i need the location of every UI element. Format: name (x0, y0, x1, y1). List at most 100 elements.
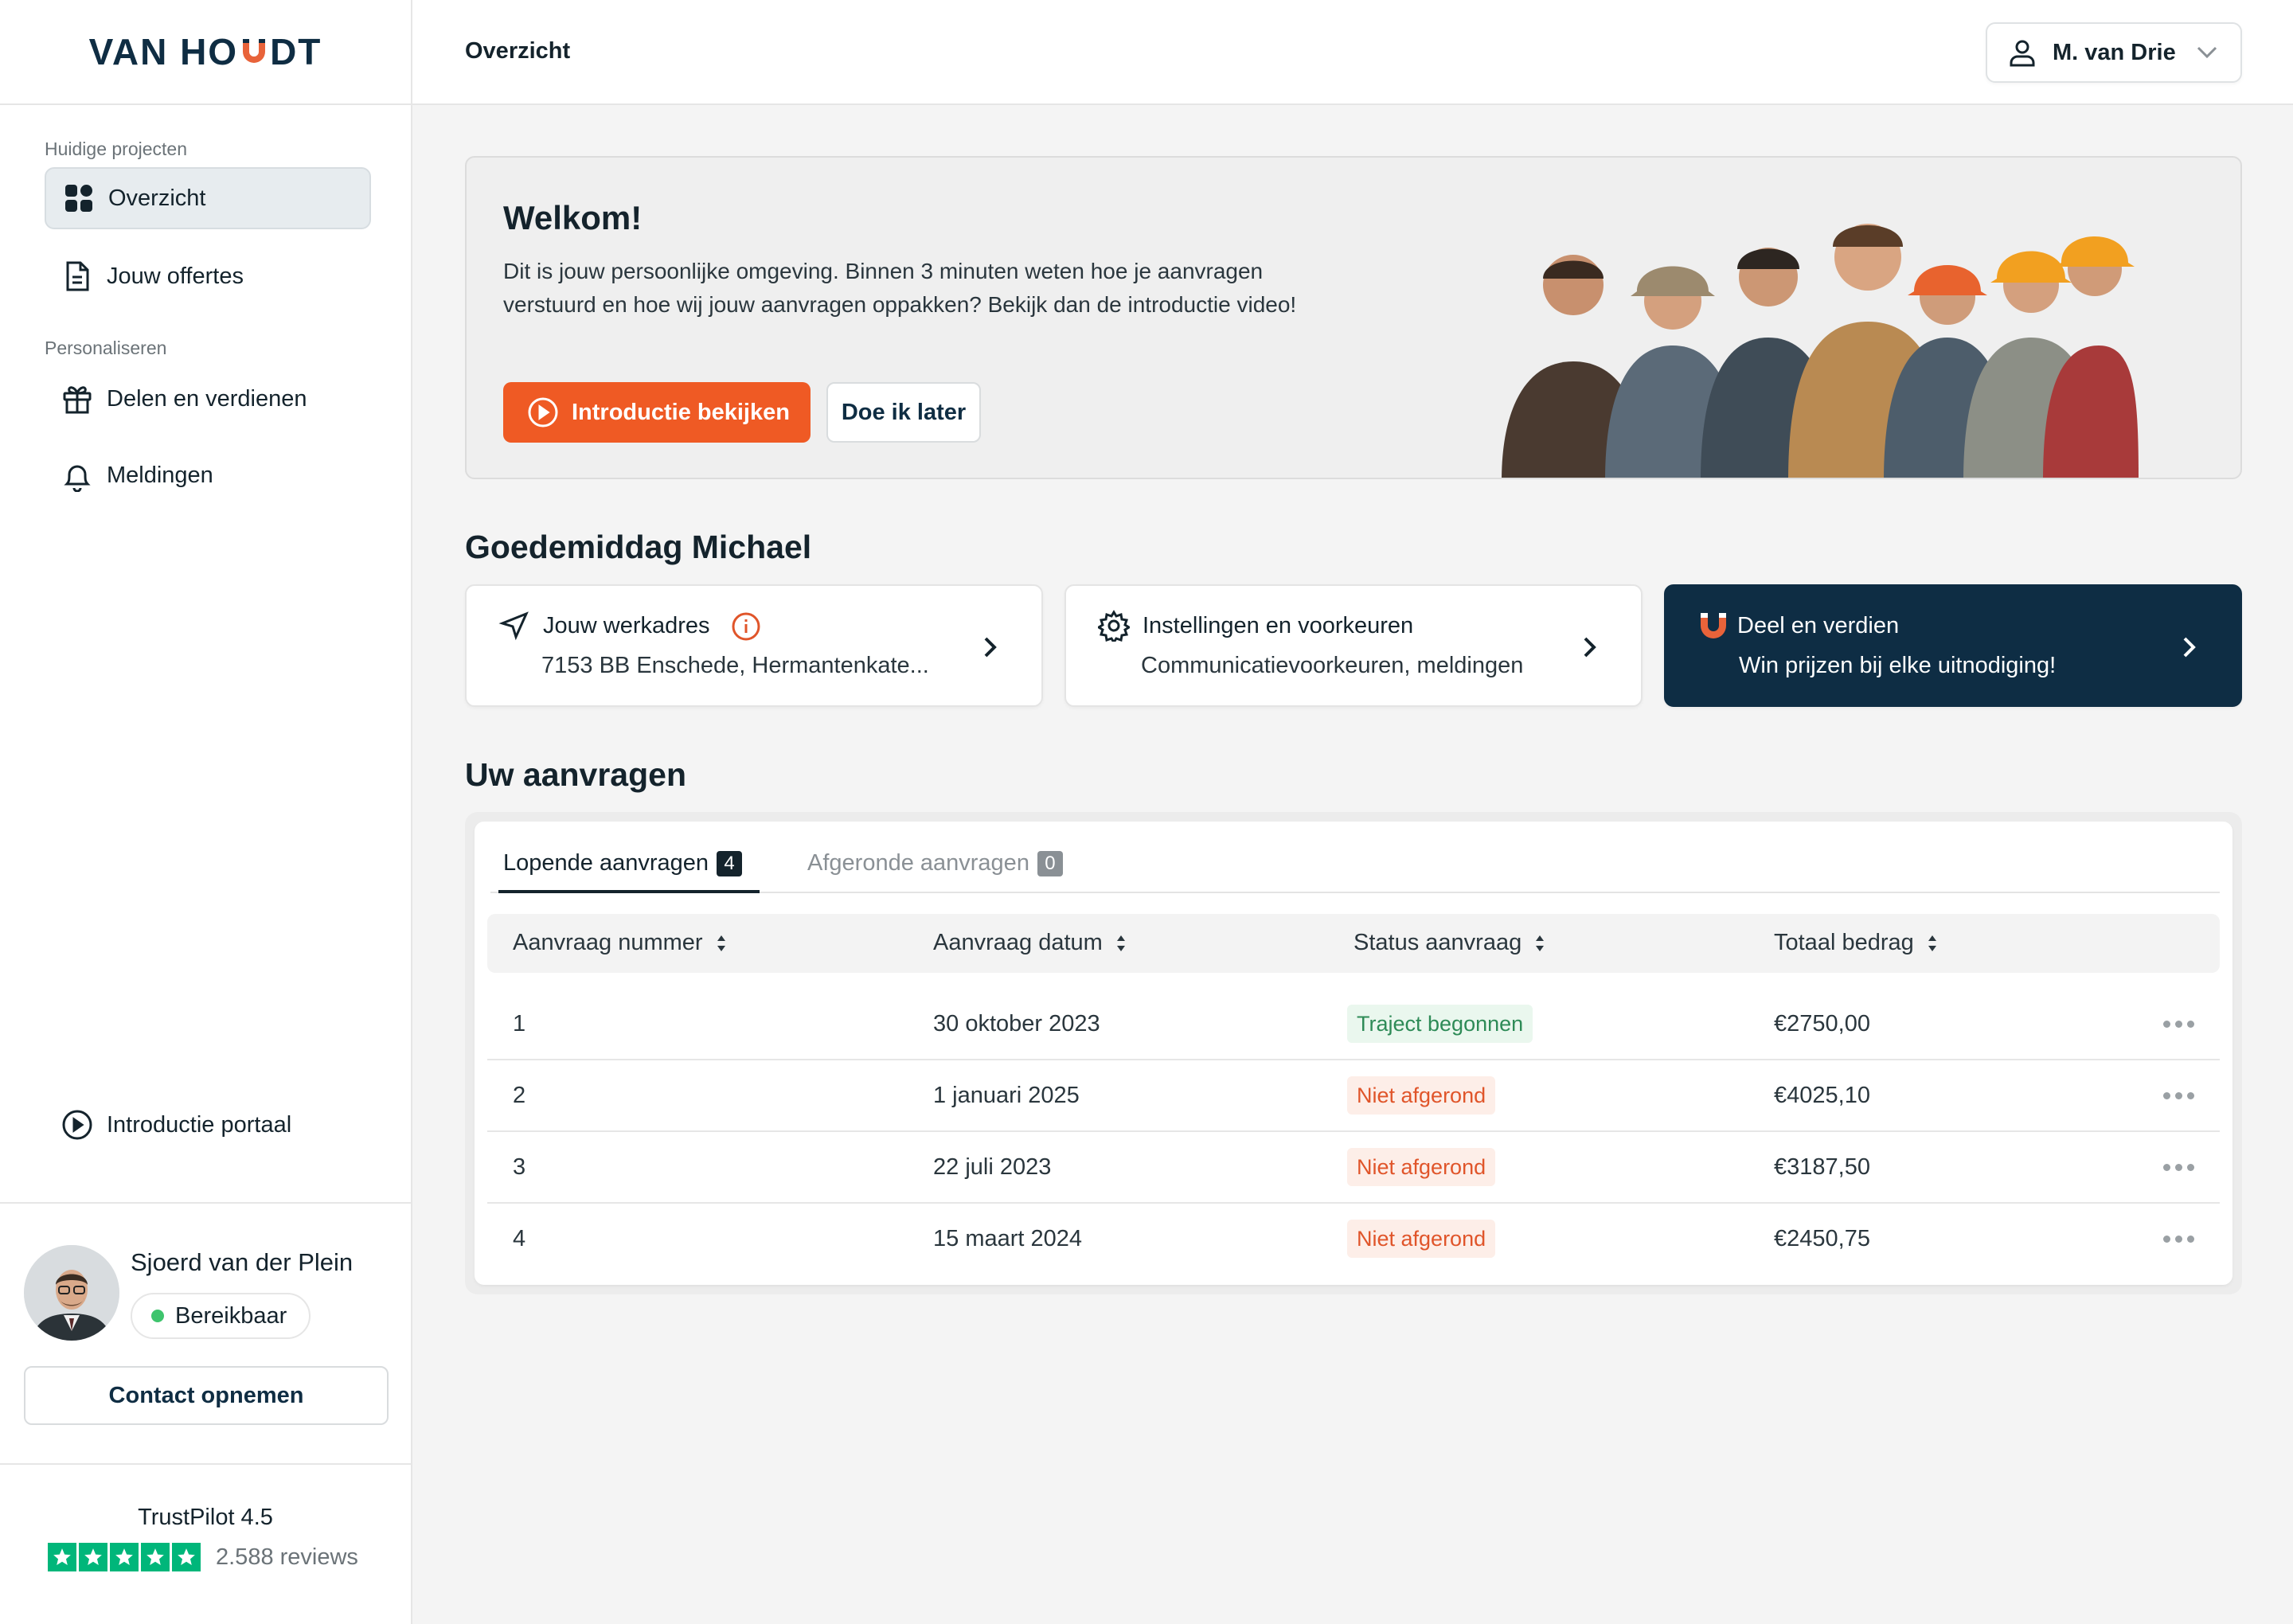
trustpilot-reviews: 2.588 reviews (216, 1544, 358, 1570)
column-label: Aanvraag datum (933, 930, 1103, 955)
more-options-icon[interactable] (2158, 1236, 2194, 1243)
more-options-icon[interactable] (2158, 1021, 2194, 1028)
table-row[interactable]: 2 1 januari 2025 Niet afgerond €4025,10 (487, 1060, 2220, 1132)
sort-icon (1116, 935, 1125, 951)
column-label: Totaal bedrag (1774, 930, 1914, 955)
request-amount: €4025,10 (1774, 1083, 1870, 1108)
card-title: Deel en verdien (1737, 613, 1900, 638)
greeting-heading: Goedemiddag Michael (465, 529, 812, 565)
table-header: Aanvraag nummer Aanvraag datum Status aa… (487, 914, 2220, 973)
tab-afgeronde[interactable]: Afgeronde aanvragen 0 (807, 850, 1063, 876)
request-number: 1 (513, 1011, 526, 1036)
active-tab-indicator (498, 890, 760, 893)
sidebar-item-label: Delen en verdienen (107, 385, 307, 412)
column-label: Status aanvraag (1354, 930, 1522, 955)
request-amount: €2450,75 (1774, 1226, 1870, 1251)
card-subtitle: Win prijzen bij elke uitnodiging! (1739, 653, 2057, 678)
chevron-down-icon (2197, 46, 2217, 59)
star-icon (79, 1543, 107, 1571)
card-subtitle: Communicatievoorkeuren, meldingen (1141, 653, 1524, 678)
column-header-date[interactable]: Aanvraag datum (933, 930, 1127, 956)
sidebar-item-label: Meldingen (107, 462, 213, 488)
requests-heading: Uw aanvragen (465, 756, 686, 793)
column-header-number[interactable]: Aanvraag nummer (513, 930, 727, 956)
bell-icon (61, 459, 94, 492)
request-date: 22 juli 2023 (933, 1154, 1052, 1180)
requests-panel: Lopende aanvragen 4 Afgeronde aanvragen … (465, 812, 2242, 1294)
sidebar-item-label: Jouw offertes (107, 263, 244, 289)
star-icon (48, 1543, 76, 1571)
sidebar-item-introductie[interactable]: Introductie portaal (45, 1094, 371, 1156)
table-row[interactable]: 4 15 maart 2024 Niet afgerond €2450,75 (487, 1204, 2220, 1275)
card-subtitle: 7153 BB Enschede, Hermantenkate... (541, 653, 929, 678)
later-button[interactable]: Doe ik later (826, 382, 981, 443)
request-amount: €3187,50 (1774, 1154, 1870, 1180)
welcome-title: Welkom! (503, 199, 643, 236)
sort-icon (717, 935, 725, 951)
requests-table: Lopende aanvragen 4 Afgeronde aanvragen … (475, 822, 2232, 1285)
user-icon (2010, 40, 2035, 67)
contact-button[interactable]: Contact opnemen (24, 1366, 389, 1425)
brand-logo[interactable]: VAN HO DT (89, 30, 322, 73)
star-icon (141, 1543, 170, 1571)
sidebar-divider (0, 1463, 411, 1465)
welcome-text: Dit is jouw persoonlijke omgeving. Binne… (503, 259, 1297, 317)
more-options-icon[interactable] (2158, 1092, 2194, 1099)
breadcrumb: Overzicht (465, 38, 571, 64)
work-address-card[interactable]: Jouw werkadres 7153 BB Enschede, Hermant… (465, 584, 1043, 707)
user-name: M. van Drie (2053, 39, 2176, 65)
work-address-title: Jouw werkadres (543, 613, 710, 638)
star-icon (110, 1543, 139, 1571)
logo-area: VAN HO DT (0, 0, 411, 105)
trustpilot-title: TrustPilot 4.5 (138, 1505, 273, 1530)
star-icon (172, 1543, 201, 1571)
more-options-icon[interactable] (2158, 1164, 2194, 1171)
sort-icon (1928, 935, 1936, 951)
user-menu-button[interactable]: M. van Drie (1986, 22, 2242, 83)
requests-tabs: Lopende aanvragen 4 Afgeronde aanvragen … (490, 842, 2220, 893)
status-badge: Niet afgerond (1347, 1148, 1496, 1186)
table-row[interactable]: 3 22 juli 2023 Niet afgerond €3187,50 (487, 1132, 2220, 1204)
availability-badge: Bereikbaar (131, 1293, 311, 1339)
grid-icon (62, 182, 96, 215)
table-row[interactable]: 1 30 oktober 2023 Traject begonnen €2750… (487, 989, 2220, 1060)
sidebar-item-label: Introductie portaal (107, 1111, 292, 1138)
card-title: Instellingen en voorkeuren (1143, 613, 1414, 638)
play-circle-icon (61, 1108, 94, 1142)
count-badge: 4 (717, 850, 743, 876)
sidebar-item-offertes[interactable]: Jouw offertes (45, 245, 371, 307)
request-date: 15 maart 2024 (933, 1226, 1083, 1251)
watch-intro-button[interactable]: Introductie bekijken (503, 382, 811, 443)
tab-lopende[interactable]: Lopende aanvragen 4 (503, 850, 743, 876)
sidebar-item-overzicht[interactable]: Overzicht (45, 167, 371, 229)
sidebar-divider (0, 1202, 411, 1204)
sort-icon (1536, 935, 1545, 951)
sidebar-item-label: Overzicht (108, 185, 206, 211)
status-badge: Traject begonnen (1347, 1005, 1533, 1043)
status-dot-icon (151, 1310, 164, 1322)
status-badge: Niet afgerond (1347, 1076, 1496, 1115)
welcome-banner: Welkom! Dit is jouw persoonlijke omgevin… (465, 156, 2242, 479)
settings-card[interactable]: Instellingen en voorkeuren Communicatiev… (1064, 584, 1643, 707)
request-number: 2 (513, 1083, 526, 1108)
advisor-name: Sjoerd van der Plein (131, 1248, 354, 1276)
column-label: Aanvraag nummer (513, 930, 703, 955)
trustpilot-rating[interactable]: 2.588 reviews (48, 1543, 358, 1571)
status-badge: Niet afgerond (1347, 1220, 1496, 1258)
nav-section-projects: Huidige projecten (45, 139, 188, 159)
count-badge: 0 (1037, 850, 1063, 876)
column-header-amount[interactable]: Totaal bedrag (1774, 930, 1938, 956)
info-icon[interactable] (731, 611, 761, 642)
share-earn-card[interactable]: Deel en verdien Win prijzen bij elke uit… (1664, 584, 2242, 707)
gear-icon (1098, 610, 1130, 642)
tab-label: Afgeronde aanvragen (807, 850, 1029, 876)
column-header-status[interactable]: Status aanvraag (1354, 930, 1545, 956)
watch-intro-label: Introductie bekijken (572, 399, 790, 425)
tab-label: Lopende aanvragen (503, 850, 709, 876)
team-photo (1502, 224, 2139, 478)
sidebar-item-delen[interactable]: Delen en verdienen (45, 368, 371, 430)
logo-text-right: DT (270, 31, 322, 72)
sidebar-item-meldingen[interactable]: Meldingen (45, 444, 371, 506)
nav-section-personal: Personaliseren (45, 338, 167, 358)
chevron-right-icon (1584, 637, 1596, 658)
